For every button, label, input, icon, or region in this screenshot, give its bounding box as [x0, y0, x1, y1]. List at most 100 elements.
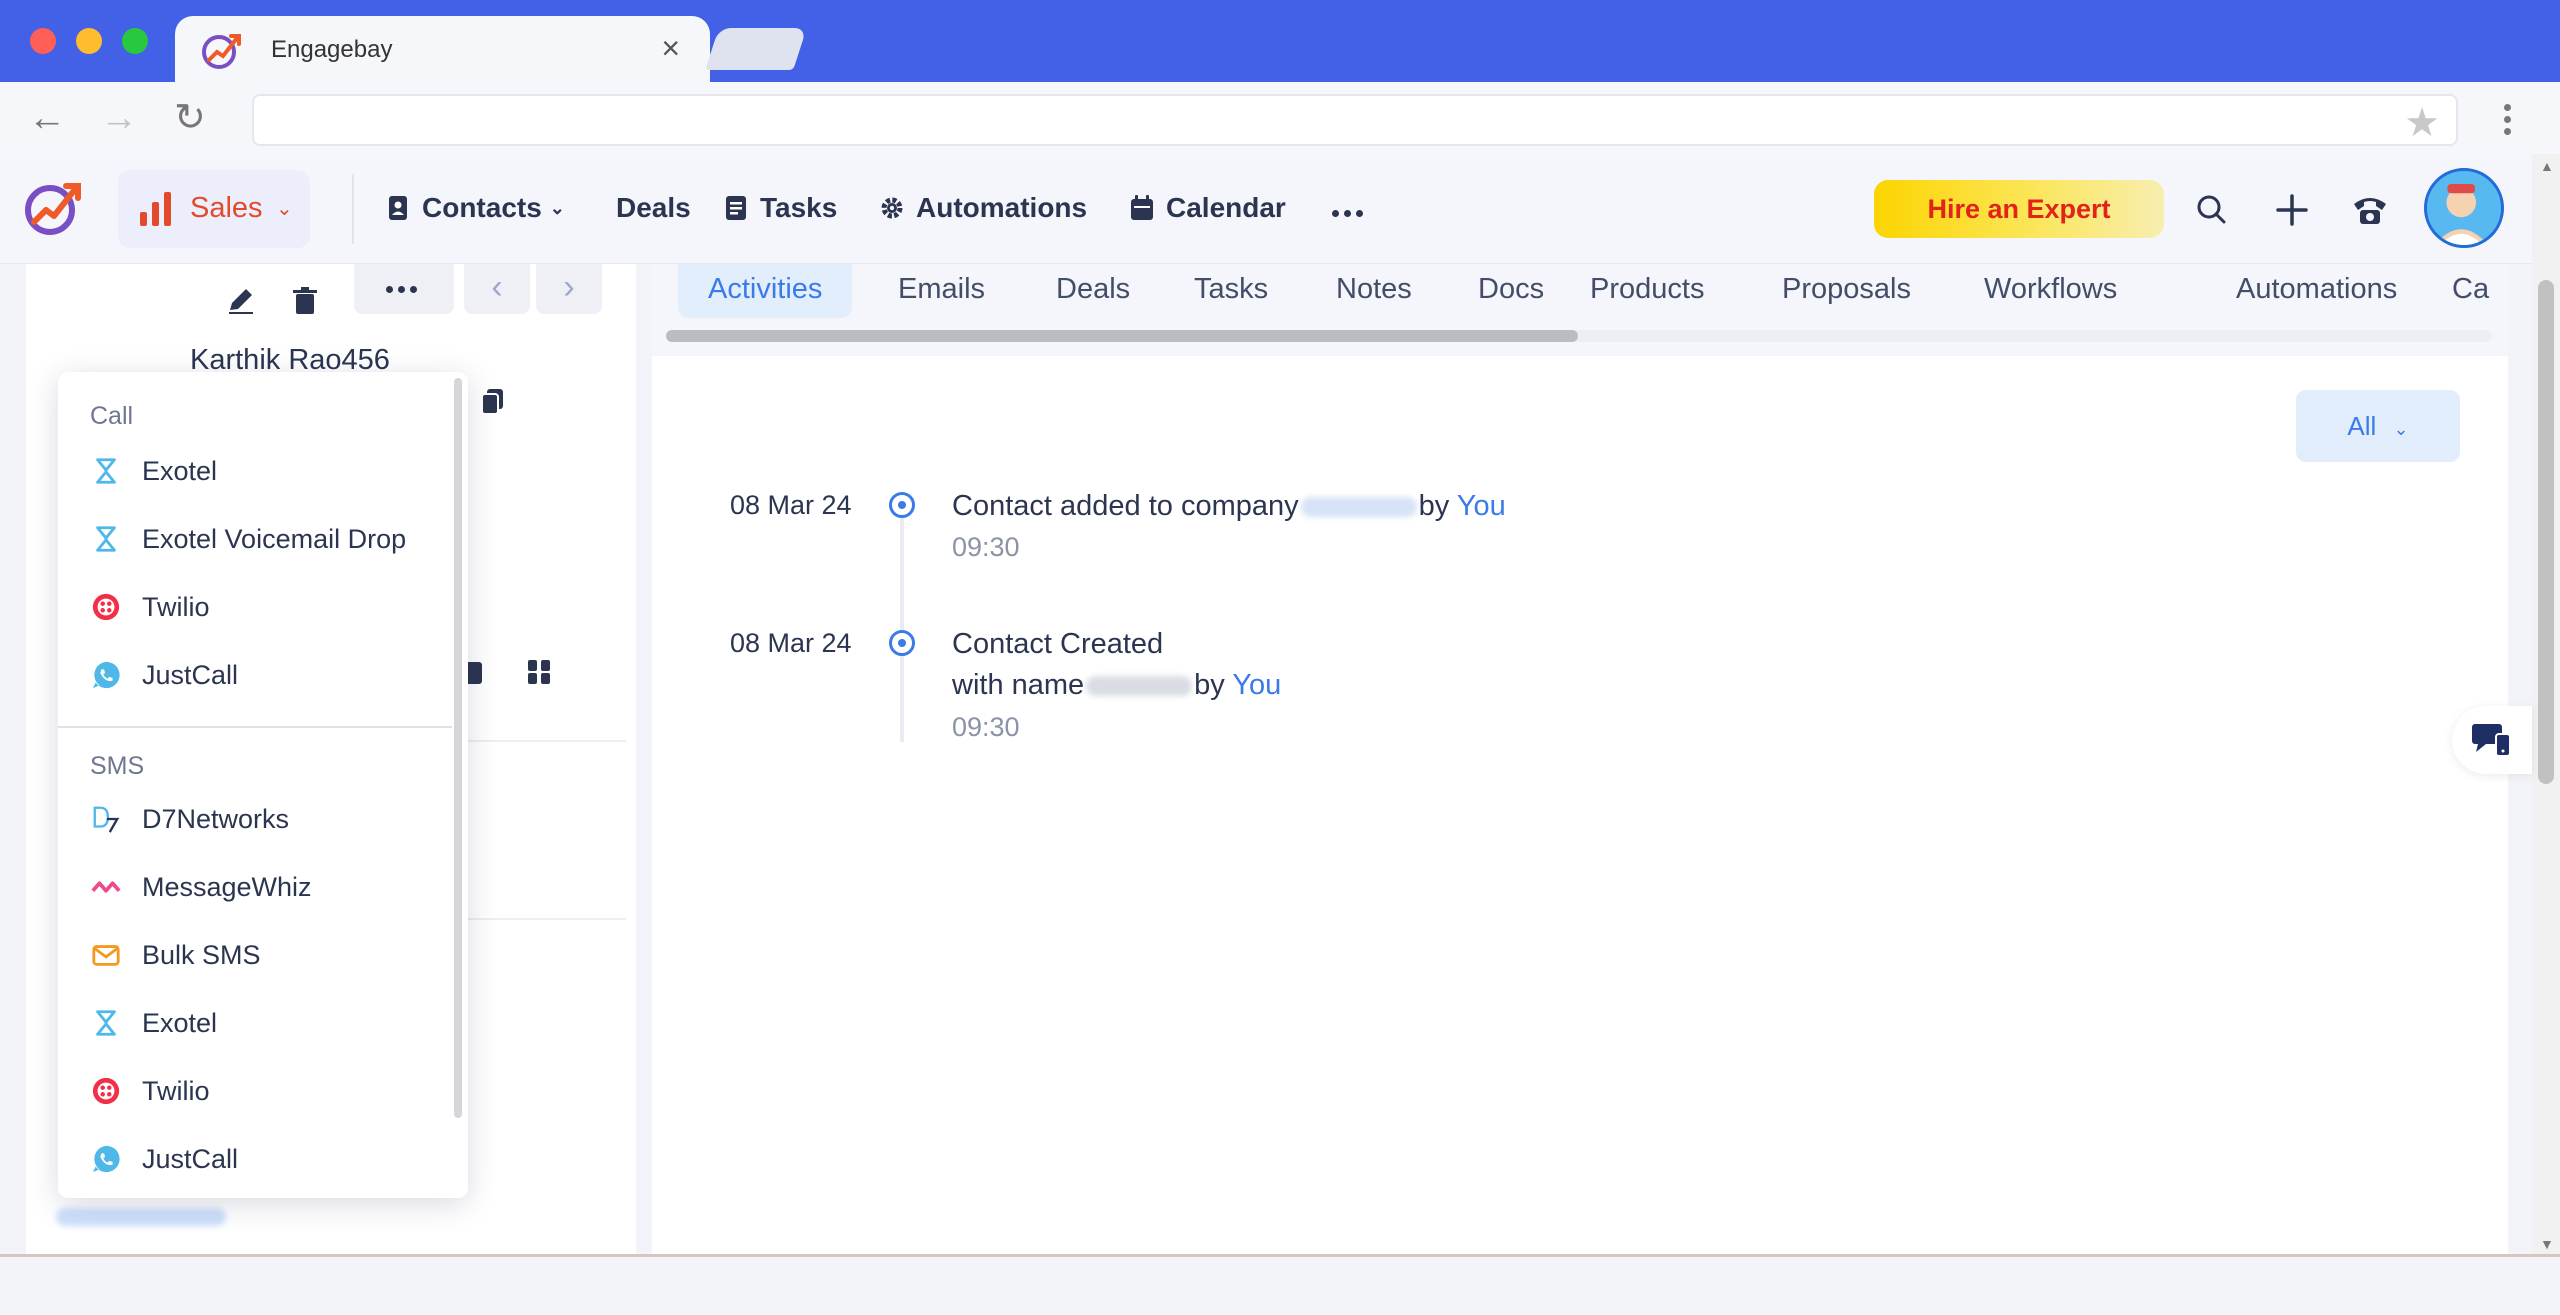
chat-support-widget[interactable]	[2452, 706, 2532, 774]
tabs-scrollbar[interactable]	[666, 330, 2492, 342]
timeline-text: Contact Created	[952, 628, 1164, 660]
tab-deals[interactable]: Deals	[1026, 264, 1160, 318]
page-scrollbar-thumb[interactable]	[2538, 280, 2554, 784]
tab-automations[interactable]: Automations	[2206, 264, 2427, 318]
timeline-time: 09:30	[952, 712, 1020, 742]
forward-arrow-icon[interactable]: →	[100, 98, 138, 138]
section-divider	[466, 918, 626, 920]
timeline-track	[900, 496, 904, 742]
nav-contacts-label: Contacts	[422, 192, 542, 223]
page-footer	[0, 1257, 2560, 1315]
menu-item-label: Exotel	[142, 455, 218, 486]
menu-scrollbar[interactable]	[454, 378, 462, 1118]
engagebay-logo-icon[interactable]	[22, 176, 88, 236]
menu-item-exotel[interactable]: Exotel	[90, 446, 217, 496]
menu-item-messagewhiz[interactable]: MessageWhiz	[90, 862, 312, 912]
blurred-contact-field	[56, 1208, 226, 1226]
timeline-dot	[889, 492, 915, 518]
search-icon[interactable]	[2192, 190, 2232, 230]
trash-icon[interactable]	[288, 284, 322, 318]
tab-activities[interactable]: Activities	[678, 264, 853, 318]
tabs-scrollbar-thumb[interactable]	[666, 330, 1578, 342]
nav-deals[interactable]: Deals	[616, 192, 691, 224]
browser-menu-icon[interactable]	[2494, 104, 2520, 135]
menu-item-twilio-sms[interactable]: Twilio	[90, 1066, 210, 1116]
nav-tasks[interactable]: Tasks	[724, 192, 837, 224]
actor-link[interactable]: You	[1232, 669, 1281, 701]
phone-icon[interactable]	[2350, 190, 2390, 230]
chevron-down-icon: ⌄	[276, 198, 293, 220]
window-minimize-button[interactable]	[76, 28, 102, 54]
tab-docs[interactable]: Docs	[1448, 264, 1574, 318]
menu-item-justcall[interactable]: JustCall	[90, 650, 238, 700]
nav-calendar[interactable]: Calendar	[1130, 192, 1286, 224]
activity-filter-dropdown[interactable]: All ⌄	[2296, 390, 2460, 462]
scroll-up-icon[interactable]: ▲	[2540, 158, 2554, 174]
browser-tab-bar: Engagebay ×	[0, 0, 2560, 82]
page-scrollbar[interactable]: ▲ ▼	[2532, 154, 2560, 1256]
menu-item-justcall-sms[interactable]: JustCall	[90, 1134, 238, 1184]
gear-icon	[881, 197, 903, 219]
menu-item-label: Twilio	[142, 1075, 210, 1106]
exotel-icon	[90, 455, 122, 487]
nav-contacts[interactable]: Contacts ⌄	[386, 192, 565, 224]
browser-tab-engagebay[interactable]: Engagebay ×	[175, 16, 710, 82]
timeline-text: Contact added to company	[952, 490, 1299, 522]
tab-notes[interactable]: Notes	[1306, 264, 1442, 318]
menu-item-label: D7Networks	[142, 803, 290, 834]
menu-item-twilio[interactable]: Twilio	[90, 582, 210, 632]
menu-item-d7networks[interactable]: D7Networks	[90, 794, 289, 844]
chat-devices-icon	[2472, 724, 2511, 757]
new-tab-button[interactable]	[705, 28, 807, 70]
menu-item-label: Twilio	[142, 591, 210, 622]
hire-expert-button[interactable]: Hire an Expert	[1874, 180, 2164, 238]
nav-automations[interactable]: Automations	[880, 192, 1087, 224]
timeline-entry-text: Contact added to company by You	[952, 486, 1506, 527]
tab-proposals[interactable]: Proposals	[1752, 264, 1941, 318]
address-bar[interactable]: ★	[252, 94, 2458, 146]
menu-item-bulk-sms[interactable]: Bulk SMS	[90, 930, 261, 980]
plus-icon[interactable]	[2272, 190, 2312, 230]
next-contact-button[interactable]: ›	[536, 264, 602, 314]
copy-icon[interactable]	[478, 386, 508, 416]
tab-emails[interactable]: Emails	[868, 264, 1015, 318]
blurred-contact-name	[1086, 676, 1193, 697]
browser-toolbar: ← → ↻ ★	[0, 82, 2560, 154]
more-actions-button[interactable]	[354, 264, 454, 314]
edit-pencil-icon[interactable]	[224, 284, 258, 318]
menu-item-exotel-voicemail-drop[interactable]: Exotel Voicemail Drop	[90, 514, 406, 564]
timeline-dot	[889, 630, 915, 656]
window-close-button[interactable]	[30, 28, 56, 54]
module-switcher[interactable]: Sales ⌄	[118, 170, 310, 248]
close-tab-icon[interactable]: ×	[661, 30, 680, 67]
menu-item-exotel-sms[interactable]: Exotel	[90, 998, 217, 1048]
user-avatar[interactable]	[2424, 168, 2504, 248]
menu-section-sms: SMS	[90, 752, 145, 780]
timeline-text: by	[1194, 669, 1225, 701]
menu-item-label: Bulk SMS	[142, 939, 261, 970]
bookmark-star-icon[interactable]: ★	[2404, 100, 2440, 146]
timeline-time: 09:30	[952, 532, 1020, 562]
contact-tabs: Activities Emails Deals Tasks Notes Docs…	[652, 264, 2508, 356]
tag-icon[interactable]	[526, 658, 552, 686]
menu-item-label: Exotel Voicemail Drop	[142, 523, 407, 554]
window-maximize-button[interactable]	[122, 28, 148, 54]
timeline-date: 08 Mar 24	[730, 628, 852, 658]
reload-icon[interactable]: ↻	[174, 98, 206, 138]
tab-tasks[interactable]: Tasks	[1164, 264, 1298, 318]
nav-calendar-label: Calendar	[1166, 192, 1286, 223]
tab-calls-truncated[interactable]: Ca	[2422, 264, 2508, 318]
more-nav-icon[interactable]	[1332, 204, 1368, 222]
menu-section-call: Call	[90, 402, 134, 430]
messagewhiz-icon	[90, 871, 122, 903]
contact-book-icon	[389, 196, 407, 220]
tab-workflows[interactable]: Workflows	[1954, 264, 2147, 318]
actor-link[interactable]: You	[1457, 490, 1506, 522]
back-arrow-icon[interactable]: ←	[28, 98, 66, 138]
timeline-date: 08 Mar 24	[730, 490, 852, 520]
tab-products[interactable]: Products	[1560, 264, 1734, 318]
menu-item-label: Exotel	[142, 1007, 218, 1038]
justcall-icon	[90, 659, 122, 691]
previous-contact-button[interactable]: ‹	[464, 264, 530, 314]
scroll-down-icon[interactable]: ▼	[2540, 1236, 2554, 1252]
